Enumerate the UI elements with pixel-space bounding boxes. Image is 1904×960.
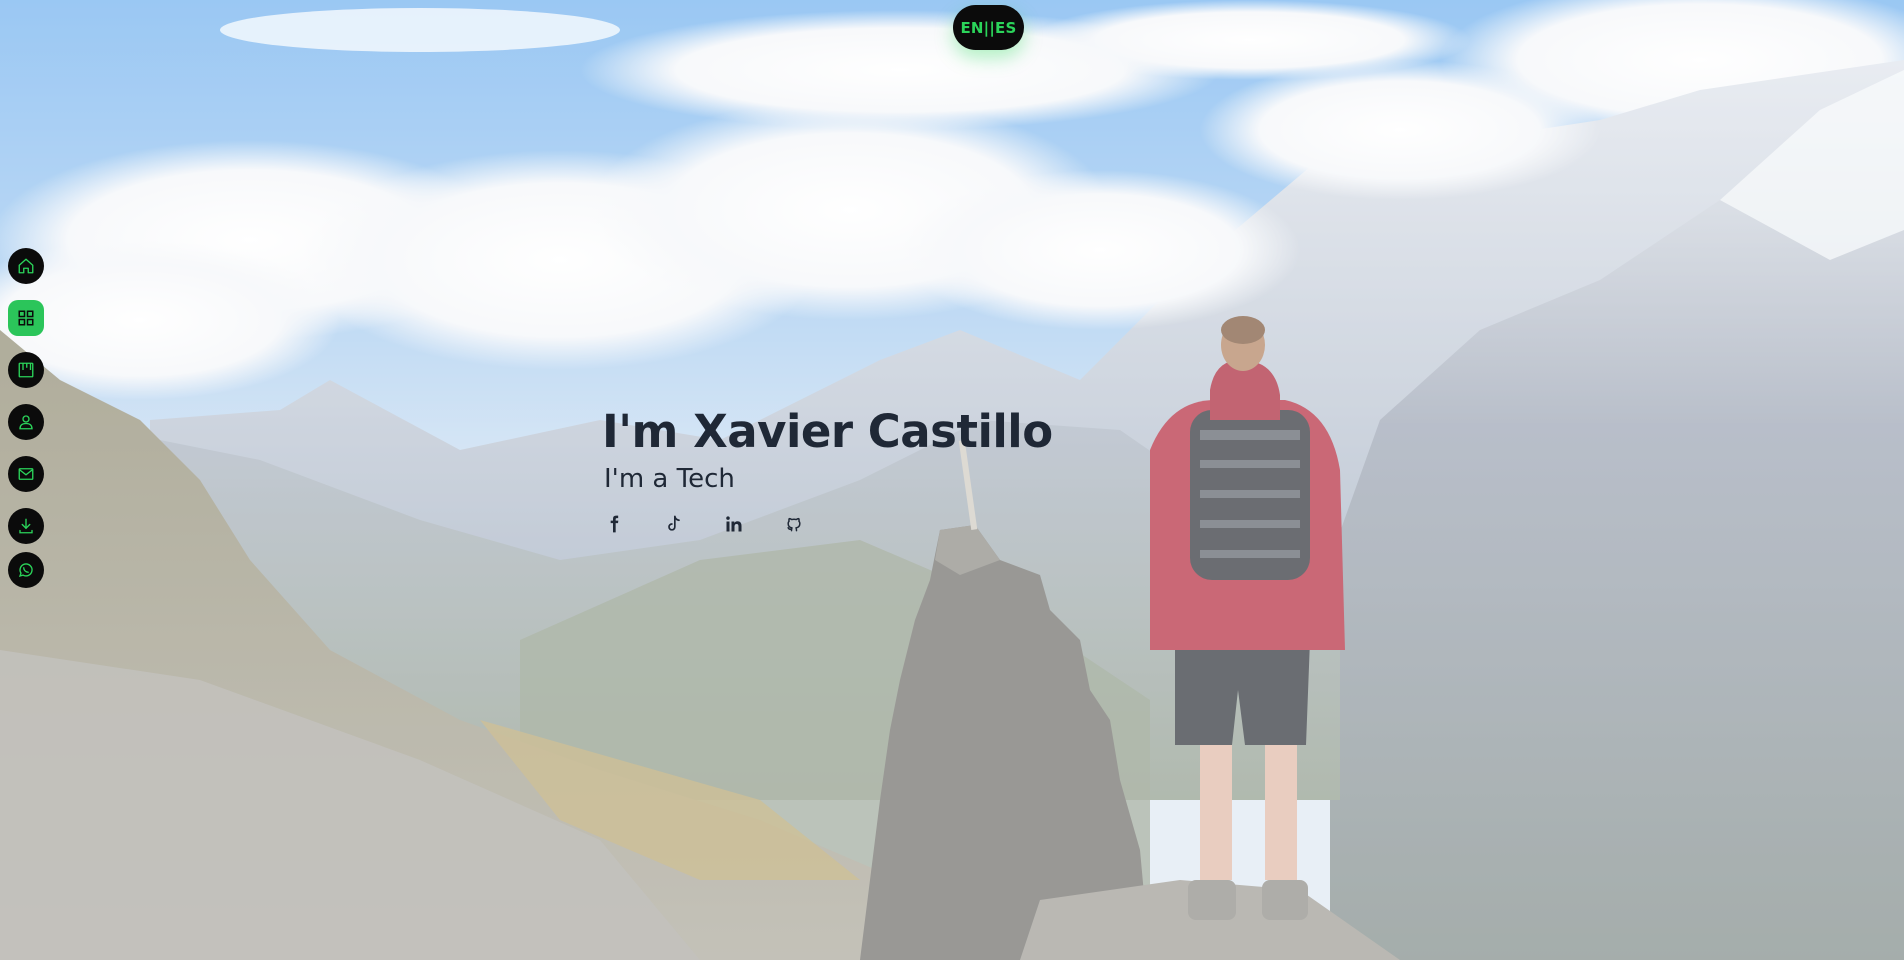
page: EN||ES I'm Xavier Castillo I'm a Tech [0,0,1904,960]
nav-experience-button[interactable] [8,352,44,388]
tiktok-link[interactable] [664,514,684,534]
github-icon [787,517,801,532]
nav-contact-button[interactable] [8,456,44,492]
board-icon [18,362,34,378]
whatsapp-icon [18,563,33,578]
download-icon [19,518,33,534]
linkedin-link[interactable] [724,514,744,534]
tiktok-icon [668,515,680,531]
home-icon [18,258,34,274]
social-links [604,514,1053,534]
facebook-icon [610,515,619,533]
hero-role: I'm a Tech [604,464,735,494]
hero-section: I'm Xavier Castillo I'm a Tech [602,405,1053,534]
user-icon [19,415,33,430]
nav-whatsapp-button[interactable] [8,552,44,588]
facebook-link[interactable] [604,514,624,534]
language-toggle-button[interactable]: EN||ES [953,5,1024,50]
nav-about-button[interactable] [8,404,44,440]
github-link[interactable] [784,514,804,534]
nav-home-button[interactable] [8,248,44,284]
nav-portfolio-button[interactable] [8,300,44,336]
linkedin-icon [726,516,742,532]
grid-icon [18,310,34,326]
mail-icon [18,468,34,480]
nav-download-button[interactable] [8,508,44,544]
hero-name: I'm Xavier Castillo [602,405,1053,458]
